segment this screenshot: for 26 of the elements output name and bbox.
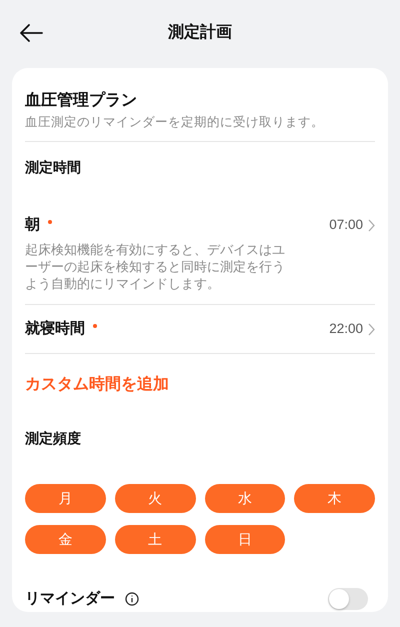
section-heading: 測定頻度: [25, 430, 81, 446]
time-label: 就寝時間: [25, 318, 85, 339]
chevron-icon: [368, 218, 375, 232]
reminder-toggle[interactable]: [328, 588, 368, 610]
day-chip[interactable]: 水: [204, 484, 286, 513]
time-description: 起床検知機能を有効にすると、デバイスはユーザーの起床を検知すると同時に測定を行うよう自動的にリマインドします。: [25, 241, 286, 292]
reminder-label: リマインダー: [25, 589, 115, 609]
time-label: 朝: [25, 214, 40, 235]
add-custom-time-link[interactable]: カスタム時間を追加: [25, 373, 169, 397]
day-chip[interactable]: 月: [25, 484, 106, 513]
back-arrow-icon: [19, 23, 43, 43]
day-chip[interactable]: 日: [204, 525, 286, 554]
time-row[interactable]: 就寝時間 22:00: [25, 305, 375, 354]
time-value: 22:00: [329, 320, 363, 338]
info-icon[interactable]: [125, 592, 139, 606]
page-title: 測定計画: [168, 22, 232, 43]
chevron-icon: [368, 322, 375, 336]
day-chip[interactable]: 金: [25, 525, 106, 554]
time-row[interactable]: 朝 07:00 起床検知機能を有効にすると、デバイスはユーザーの起床を検知すると同時に測定を行うよう自動的にリマインドします。: [25, 192, 375, 305]
plan-title: 血圧管理プラン: [25, 90, 138, 111]
day-chip[interactable]: 火: [114, 484, 196, 513]
section-heading: 測定時間: [25, 159, 81, 175]
time-value: 07:00: [329, 216, 363, 234]
plan-subtitle: 血圧測定のリマインダーを定期的に受け取ります。: [25, 114, 325, 131]
day-chip[interactable]: 土: [114, 525, 196, 554]
day-chip[interactable]: 木: [294, 484, 375, 513]
